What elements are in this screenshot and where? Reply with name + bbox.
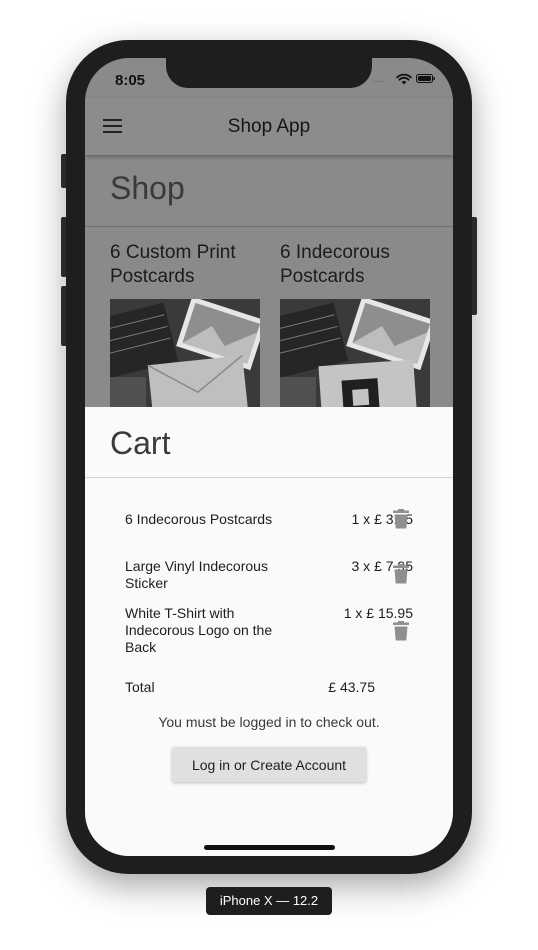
product-image[interactable]	[110, 299, 260, 409]
status-time: 8:05	[115, 72, 146, 89]
device-frame: 8:05 .... Shop App Shop 6 Custom Print P…	[66, 40, 472, 874]
cart-item-name: White T-Shirt with Indecorous Logo on th…	[125, 605, 273, 655]
total-value: £ 43.75	[328, 679, 375, 695]
cart-bottom-sheet: Cart 6 Indecorous Postcards 1 x £ 3.95 L…	[85, 407, 453, 856]
product-title: 6 Custom Print Postcards	[110, 242, 236, 287]
app-bar: Shop App	[85, 98, 453, 155]
cart-item-name: 6 Indecorous Postcards	[125, 511, 273, 527]
device-label: iPhone X — 12.2	[206, 887, 332, 915]
cart-item-price: 1 x £ 15.95	[343, 605, 413, 621]
product-card-custom-postcards[interactable]: 6 Custom Print Postcards	[110, 241, 265, 409]
cart-divider	[85, 477, 453, 478]
login-button[interactable]: Log in or Create Account	[172, 747, 366, 782]
total-label: Total	[125, 679, 155, 695]
app-title: Shop App	[227, 116, 311, 137]
checkout-note: You must be logged in to check out.	[158, 714, 380, 730]
product-card-indecorous-postcards[interactable]: 6 Indecorous Postcards	[280, 241, 435, 409]
trash-icon[interactable]	[393, 564, 409, 584]
home-indicator[interactable]	[204, 845, 335, 850]
cart-heading: Cart	[110, 425, 171, 461]
wifi-icon	[396, 73, 412, 85]
signal-icon: ....	[373, 74, 386, 84]
product-title: 6 Indecorous Postcards	[280, 242, 390, 287]
product-image[interactable]	[280, 299, 430, 409]
notch	[166, 58, 372, 88]
screen: 8:05 .... Shop App Shop 6 Custom Print P…	[85, 58, 453, 856]
shop-heading: Shop	[110, 170, 185, 206]
battery-icon	[416, 74, 435, 83]
trash-icon[interactable]	[393, 621, 409, 641]
trash-icon[interactable]	[393, 509, 409, 529]
cart-item-name: Large Vinyl Indecorous Sticker	[125, 558, 268, 591]
shop-divider	[85, 226, 453, 227]
